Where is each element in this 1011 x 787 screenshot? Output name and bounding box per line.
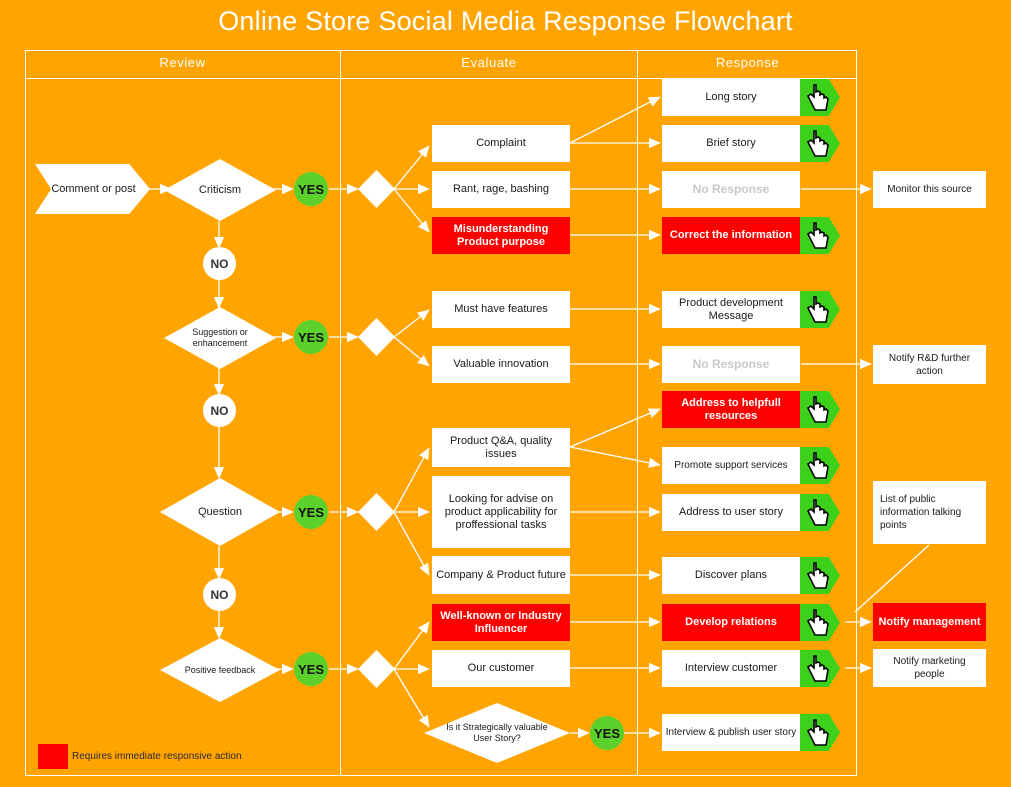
response-label[interactable]: Develop relations [662, 604, 800, 641]
decision-label: Criticism [198, 183, 242, 196]
response-label[interactable]: Address to helpfull resources [662, 391, 800, 428]
response-label[interactable]: Interview customer [662, 650, 800, 687]
evaluate-item-product-qa-quality-issues[interactable]: Product Q&A, quality issues [432, 428, 570, 467]
yes-badge-criticism[interactable]: YES [294, 172, 328, 206]
no-badge-question[interactable]: NO [203, 578, 236, 611]
response-interview-publish-user-story[interactable]: Interview & publish user story [662, 714, 850, 751]
response-label[interactable]: Promote support services [662, 447, 800, 484]
decision-question[interactable]: Question [160, 478, 280, 546]
response-label[interactable]: No Response [662, 171, 800, 208]
response-label[interactable]: Interview & publish user story [662, 714, 800, 751]
outcome-monitor-this-source[interactable]: Monitor this source [873, 171, 986, 208]
evaluate-item-company-product-future[interactable]: Company & Product future [432, 556, 570, 594]
evaluate-item-misunderstanding-product-purpose[interactable]: Misunderstanding Product purpose [432, 217, 570, 254]
column-header-review: Review [159, 55, 206, 70]
evaluate-router-question[interactable] [358, 493, 395, 531]
evaluate-item-well-known-industry-influencer[interactable]: Well-known or Industry Influencer [432, 604, 570, 641]
response-label[interactable]: Long story [662, 79, 800, 116]
no-badge-suggestion[interactable]: NO [203, 394, 236, 427]
evaluate-router-suggestion[interactable] [358, 318, 395, 356]
response-product-development-message[interactable]: Product development Message [662, 291, 850, 328]
response-label[interactable]: Brief story [662, 125, 800, 162]
response-no-response-2[interactable]: No Response [662, 346, 802, 383]
evaluate-item-must-have-features[interactable]: Must have features [432, 291, 570, 328]
diamond-shape [358, 493, 395, 531]
response-interview-customer[interactable]: Interview customer [662, 650, 850, 687]
evaluate-item-complaint[interactable]: Complaint [432, 125, 570, 162]
response-label[interactable]: Product development Message [662, 291, 800, 328]
response-label[interactable]: Address to user story [662, 494, 800, 531]
evaluate-item-our-customer[interactable]: Our customer [432, 650, 570, 687]
response-address-to-helpfull-resources[interactable]: Address to helpfull resources [662, 391, 850, 428]
hand-pointer-icon[interactable] [800, 291, 840, 328]
decision-label: Question [197, 505, 243, 518]
hand-pointer-icon[interactable] [800, 79, 840, 116]
outcome-notify-rd-further-action[interactable]: Notify R&D further action [873, 345, 986, 384]
column-divider-1 [340, 50, 341, 776]
decision-criticism[interactable]: Criticism [164, 159, 276, 221]
decision-suggestion-or-enhancement[interactable]: Suggestion or enhancement [164, 307, 276, 369]
response-discover-plans[interactable]: Discover plans [662, 557, 850, 594]
column-header-evaluate: Evaluate [461, 55, 517, 70]
response-no-response-1[interactable]: No Response [662, 171, 802, 208]
evaluate-item-rant-rage-bashing[interactable]: Rant, rage, bashing [432, 171, 570, 208]
diamond-shape [358, 170, 395, 208]
start-label: Comment or post [51, 182, 136, 195]
legend-label: Requires immediate responsive action [72, 751, 242, 762]
no-badge-criticism[interactable]: NO [203, 247, 236, 280]
yes-badge-question[interactable]: YES [294, 495, 328, 529]
hand-pointer-icon[interactable] [800, 650, 840, 687]
hand-pointer-icon[interactable] [800, 391, 840, 428]
outcome-notify-marketing-people[interactable]: Notify marketing people [873, 649, 986, 687]
response-address-to-user-story[interactable]: Address to user story [662, 494, 850, 531]
response-label[interactable]: Correct the information [662, 217, 800, 254]
evaluate-item-looking-for-advise[interactable]: Looking for advise on product applicabil… [432, 476, 570, 548]
evaluate-router-positive-feedback[interactable] [358, 650, 395, 688]
diamond-shape [358, 650, 395, 688]
column-header-response: Response [715, 55, 780, 70]
yes-badge-user-story[interactable]: YES [590, 716, 624, 750]
response-label[interactable]: No Response [662, 346, 800, 383]
hand-pointer-icon[interactable] [800, 557, 840, 594]
response-promote-support-services[interactable]: Promote support services [662, 447, 850, 484]
evaluate-item-valuable-innovation[interactable]: Valuable innovation [432, 346, 570, 383]
evaluate-router-criticism[interactable] [358, 170, 395, 208]
hand-pointer-icon[interactable] [800, 217, 840, 254]
column-divider-2 [637, 50, 638, 776]
hand-pointer-icon[interactable] [800, 125, 840, 162]
response-develop-relations[interactable]: Develop relations [662, 604, 850, 641]
hand-pointer-icon[interactable] [800, 494, 840, 531]
decision-strategically-valuable-user-story[interactable]: Is it Strategically valuable User Story? [424, 703, 570, 763]
decision-label: Is it Strategically valuable User Story? [446, 722, 548, 743]
yes-badge-suggestion[interactable]: YES [294, 320, 328, 354]
outcome-notify-management[interactable]: Notify management [873, 603, 986, 641]
decision-label: Suggestion or enhancement [192, 327, 248, 348]
hand-pointer-icon[interactable] [800, 447, 840, 484]
legend-swatch-red [38, 744, 68, 769]
response-brief-story[interactable]: Brief story [662, 125, 850, 162]
decision-label: Positive feedback [184, 664, 256, 675]
hand-pointer-icon[interactable] [800, 604, 840, 641]
response-correct-the-information[interactable]: Correct the information [662, 217, 850, 254]
diamond-shape [358, 318, 395, 356]
outcome-list-of-public-information-talking-points[interactable]: List of public information talking point… [873, 481, 986, 544]
decision-positive-feedback[interactable]: Positive feedback [160, 638, 280, 702]
page-title: Online Store Social Media Response Flowc… [218, 6, 793, 36]
start-comment-or-post[interactable]: Comment or post [35, 164, 150, 214]
hand-pointer-icon[interactable] [800, 714, 840, 751]
response-label[interactable]: Discover plans [662, 557, 800, 594]
response-long-story[interactable]: Long story [662, 79, 850, 116]
yes-badge-positive-feedback[interactable]: YES [294, 652, 328, 686]
